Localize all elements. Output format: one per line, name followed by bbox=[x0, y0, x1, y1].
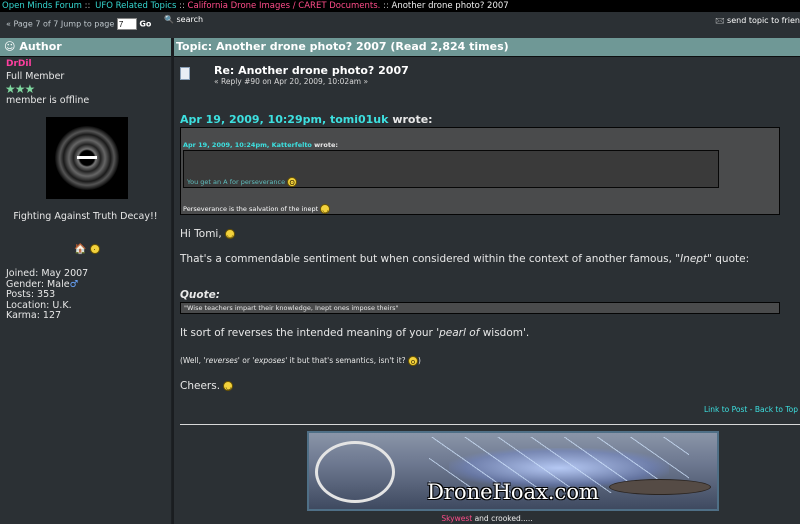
outer-quote-author-link[interactable]: tomi01uk bbox=[330, 113, 389, 126]
stat-karma: Karma: 127 bbox=[6, 310, 62, 322]
inner-quote-text-line: You get an A for perseverance ʘ bbox=[187, 177, 298, 187]
smile-emoticon-icon: ◡ bbox=[320, 204, 331, 214]
outer-quote-text: Perseverance is the salvation of the ine… bbox=[183, 205, 319, 213]
breadcrumb-thread-link[interactable]: California Drone Images / CARET Document… bbox=[188, 1, 381, 11]
post-links: Link to Post - Back to Top bbox=[703, 405, 798, 414]
paragraph-one: That's a commendable sentiment but when … bbox=[180, 253, 750, 265]
author-header: ☺ Author bbox=[0, 38, 171, 57]
avatar-slit-graphic bbox=[77, 156, 97, 159]
avatar bbox=[46, 117, 128, 199]
breadcrumb-board-link[interactable]: UFO Related Topics bbox=[95, 1, 176, 11]
greeting-line: Hi Tomi, ◡ bbox=[180, 228, 236, 240]
search-label: search bbox=[176, 15, 204, 24]
grin-emoticon-icon: ʘ bbox=[287, 177, 298, 187]
post-meta: « Reply #90 on Apr 20, 2009, 10:02am » bbox=[214, 77, 369, 86]
breadcrumb-separator: :: bbox=[176, 1, 188, 11]
breadcrumb-separator: :: bbox=[380, 1, 392, 11]
signature-line: Skywest and crooked..... bbox=[174, 514, 800, 523]
author-sidebar: DrDil Full Member ★★★ member is offline … bbox=[0, 57, 172, 524]
profile-icon[interactable]: 🏠 bbox=[74, 244, 86, 255]
author-motto: Fighting Against Truth Decay!! bbox=[13, 211, 158, 222]
semantics-note: (Well, 'reverses' or 'exposes' it but th… bbox=[180, 356, 421, 366]
outer-quote-wrote: wrote: bbox=[392, 113, 433, 126]
post-document-icon bbox=[180, 67, 190, 80]
author-header-icon: ☺ bbox=[4, 40, 16, 53]
back-to-top-link[interactable]: Back to Top bbox=[755, 405, 798, 414]
smile-emoticon-icon: ◡ bbox=[223, 381, 234, 391]
closing-text: Cheers. bbox=[180, 380, 221, 392]
rank-stars-icon: ★★★ bbox=[5, 82, 35, 96]
topic-header-label: Topic: Another drone photo? 2007 (Read 2… bbox=[176, 40, 509, 53]
outer-quote-box: Apr 19, 2009, 10:24pm, Katterfelto wrote… bbox=[180, 127, 780, 215]
signature-rest: and crooked..... bbox=[472, 514, 533, 523]
inner-quote-date-link[interactable]: Apr 19, 2009, 10:24pm bbox=[183, 141, 267, 149]
send-topic-label: send topic to frien bbox=[727, 16, 800, 25]
online-status: member is offline bbox=[6, 95, 90, 106]
wondering-emoticon-icon: o bbox=[408, 356, 419, 366]
mood-emoticon-icon: · bbox=[89, 244, 100, 254]
breadcrumb-separator: :: bbox=[81, 1, 94, 11]
jump-page-input[interactable] bbox=[116, 18, 137, 30]
breadcrumb: Open Minds Forum :: UFO Related Topics :… bbox=[0, 0, 800, 12]
author-rank: Full Member bbox=[6, 71, 65, 82]
greeting-text: Hi Tomi, bbox=[180, 228, 222, 240]
inner-quote-header: Apr 19, 2009, 10:24pm, Katterfelto wrote… bbox=[183, 141, 338, 149]
topic-header: Topic: Another drone photo? 2007 (Read 2… bbox=[174, 38, 800, 57]
inner-quote-text: You get an A for perseverance bbox=[187, 178, 286, 186]
send-topic-link[interactable]: 🖂 send topic to frien bbox=[715, 15, 800, 29]
post-title: Re: Another drone photo? 2007 bbox=[214, 64, 409, 77]
quote-box: "Wise teachers impart their knowledge, I… bbox=[180, 302, 780, 314]
send-topic-icon: 🖂 bbox=[715, 16, 725, 25]
magnifier-icon: 🔍 bbox=[164, 15, 174, 24]
closing-line: Cheers. ◡ bbox=[180, 380, 234, 392]
topic-nav-bar: « Page 7 of 7 Jump to page Go 🔍 search 🖂… bbox=[0, 12, 800, 36]
inner-quote-author-link[interactable]: Katterfelto bbox=[272, 141, 312, 149]
pagination-text: « Page 7 of 7 Jump to page bbox=[6, 19, 115, 29]
paragraph-two: It sort of reverses the intended meaning… bbox=[180, 327, 530, 339]
breadcrumb-forum-link[interactable]: Open Minds Forum bbox=[2, 1, 82, 11]
signature-name: Skywest bbox=[441, 514, 473, 523]
author-username[interactable]: DrDil bbox=[6, 59, 32, 69]
go-button[interactable]: Go bbox=[139, 20, 151, 29]
smile-emoticon-icon: ◡ bbox=[225, 229, 236, 239]
breadcrumb-current: Another drone photo? 2007 bbox=[391, 1, 509, 11]
inner-quote-box: You get an A for perseverance ʘ bbox=[183, 150, 719, 188]
banner-text: DroneHoax.com bbox=[427, 480, 599, 504]
inner-quote-wrote: wrote: bbox=[314, 141, 338, 149]
male-icon: ♂ bbox=[69, 278, 79, 290]
author-header-label: Author bbox=[19, 40, 62, 53]
author-stats: Joined: May 2007 Gender: Male♂ Posts: 35… bbox=[6, 268, 88, 322]
outer-quote-header: Apr 19, 2009, 10:29pm, tomi01uk wrote: bbox=[180, 113, 433, 126]
signature-divider bbox=[180, 424, 800, 425]
outer-quote-date-link[interactable]: Apr 19, 2009, 10:29pm bbox=[180, 113, 322, 126]
quote-label: Quote: bbox=[180, 289, 220, 301]
inept-emphasis: Inept bbox=[680, 253, 708, 265]
author-icons: 🏠 · bbox=[74, 244, 100, 255]
dronehoax-banner-image[interactable]: DroneHoax.com bbox=[307, 431, 719, 511]
link-to-post[interactable]: Link to Post bbox=[704, 405, 747, 414]
search-link[interactable]: 🔍 search bbox=[164, 15, 203, 24]
pagination: « Page 7 of 7 Jump to page Go bbox=[6, 18, 151, 30]
pearl-emphasis: 'pearl of bbox=[436, 327, 480, 339]
post-body: Re: Another drone photo? 2007 « Reply #9… bbox=[174, 57, 800, 524]
outer-quote-text-line: Perseverance is the salvation of the ine… bbox=[183, 204, 331, 214]
